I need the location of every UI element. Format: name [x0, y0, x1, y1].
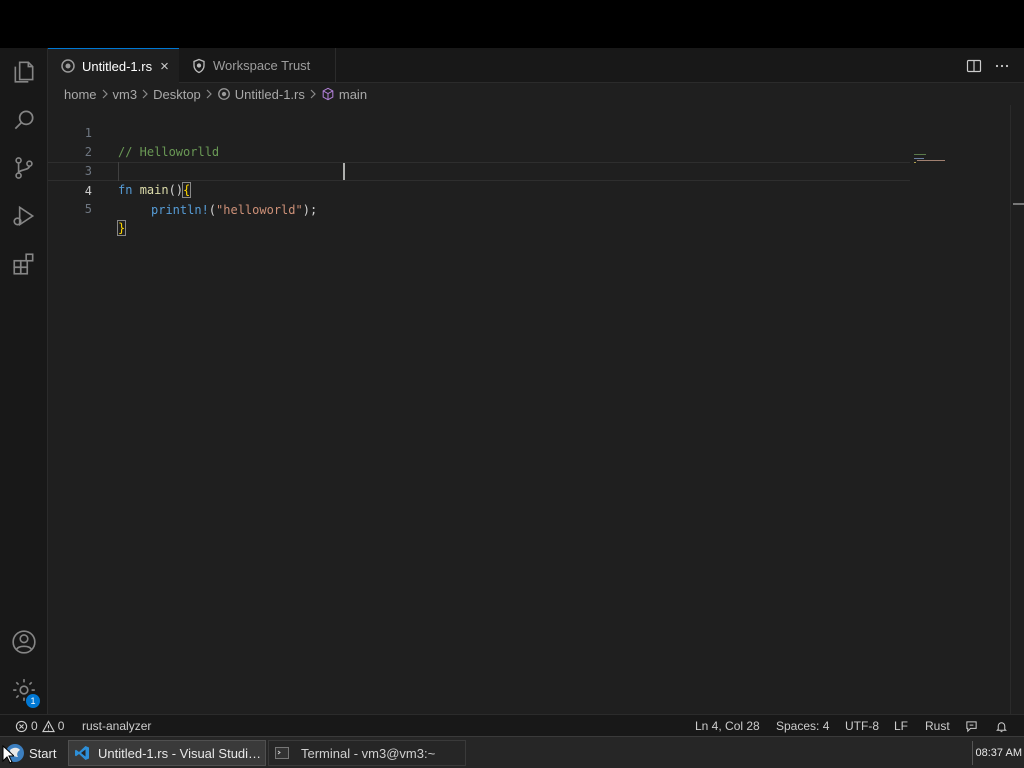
explorer-icon — [14, 61, 34, 83]
search-button[interactable] — [0, 96, 48, 144]
editor-tab-bar: Untitled-1.rs × Workspace Trust — [48, 48, 1024, 83]
bell-icon — [996, 721, 1007, 732]
tab-untitled-1[interactable]: Untitled-1.rs × — [48, 48, 179, 83]
run-debug-button[interactable] — [0, 192, 48, 240]
clock[interactable]: 08:37 AM — [974, 740, 1022, 766]
extensions-icon — [13, 253, 34, 275]
close-icon[interactable]: × — [160, 58, 169, 75]
vscode-icon — [75, 746, 89, 760]
os-taskbar: Start Untitled-1.rs - Visual Studi… Term… — [0, 736, 1024, 768]
source-control-icon — [15, 157, 33, 179]
error-icon — [15, 720, 28, 732]
end-of-line[interactable]: LF — [894, 715, 908, 737]
indent-guide — [118, 162, 119, 181]
breadcrumb-symbol-label: main — [338, 86, 368, 102]
chevron-right-icon — [102, 89, 108, 99]
terminal-icon — [275, 747, 289, 759]
manage-badge: 1 — [26, 694, 40, 708]
code-editor[interactable]: 1 // Helloworlld 2 3 fn main(){ 4 printl… — [48, 105, 1024, 714]
indentation-setting[interactable]: Spaces: 4 — [776, 715, 829, 737]
code-line-current: 4 println!("helloworld"); — [48, 162, 910, 217]
top-black-bar — [0, 0, 1024, 48]
cursor-position[interactable]: Ln 4, Col 28 — [695, 715, 760, 737]
extensions-button[interactable] — [0, 240, 48, 288]
problems-indicator[interactable]: 0 0 — [15, 715, 64, 737]
start-label: Start — [29, 745, 57, 761]
run-debug-icon — [13, 205, 35, 227]
taskbar-item-label: Untitled-1.rs - Visual Studi… — [98, 745, 262, 761]
breadcrumb-file[interactable]: Untitled-1.rs — [217, 87, 305, 102]
code-line: 5 } — [48, 181, 910, 236]
code-paren-open: ( — [208, 203, 217, 217]
rust-file-icon — [61, 59, 75, 73]
breadcrumb-vm3[interactable]: vm3 — [113, 87, 138, 102]
feedback-icon — [966, 720, 977, 732]
mouse-pointer-icon — [2, 745, 14, 764]
line-number: 5 — [84, 202, 92, 216]
error-count: 0 — [31, 719, 38, 733]
tab-workspace-trust[interactable]: Workspace Trust — [179, 48, 336, 83]
tab-label: Untitled-1.rs — [82, 58, 153, 74]
split-editor-icon[interactable] — [966, 58, 982, 74]
code-string: "helloworld" — [216, 203, 303, 217]
chevron-right-icon — [310, 89, 316, 99]
code-line: 3 fn main(){ — [48, 143, 910, 198]
minimap[interactable] — [914, 153, 948, 165]
scroll-position-marker — [1013, 203, 1024, 205]
chevron-right-icon — [142, 89, 148, 99]
file-encoding[interactable]: UTF-8 — [845, 715, 879, 737]
editor-actions — [966, 48, 1010, 83]
warning-count: 0 — [57, 719, 65, 733]
accounts-button[interactable] — [0, 618, 48, 666]
taskbar-separator — [972, 741, 973, 765]
breadcrumb-symbol[interactable]: main — [321, 87, 367, 102]
code-macro: println! — [151, 203, 209, 217]
language-mode[interactable]: Rust — [925, 715, 950, 737]
explorer-button[interactable] — [0, 48, 48, 96]
taskbar-item-vscode[interactable]: Untitled-1.rs - Visual Studi… — [68, 740, 266, 766]
code-line: 1 // Helloworlld — [48, 105, 910, 159]
account-icon — [12, 630, 36, 654]
status-bar: 0 0 rust-analyzer Ln 4, Col 28 Spaces: 4… — [0, 714, 1024, 736]
rust-file-icon — [217, 88, 230, 100]
source-control-button[interactable] — [0, 144, 48, 192]
breadcrumb-home[interactable]: home — [64, 87, 97, 102]
warning-icon — [41, 719, 55, 732]
more-actions-icon[interactable] — [994, 58, 1010, 74]
notifications-button[interactable] — [995, 715, 1008, 737]
breadcrumb: home vm3 Desktop Untitled-1.rs main — [64, 83, 367, 105]
manage-button[interactable]: 1 — [0, 666, 48, 714]
search-icon — [14, 110, 34, 130]
shield-icon — [193, 58, 205, 73]
code-line: 2 — [48, 124, 910, 159]
tab-label: Workspace Trust — [213, 58, 311, 73]
vscode-window: 1 Untitled-1.rs × Workspace Trust home v… — [0, 48, 1024, 736]
taskbar-item-label: Terminal - vm3@vm3:~ — [301, 745, 436, 761]
language-server-status[interactable]: rust-analyzer — [82, 715, 151, 737]
code-brace: } — [116, 220, 127, 236]
taskbar-item-terminal[interactable]: Terminal - vm3@vm3:~ — [268, 740, 466, 766]
feedback-button[interactable] — [965, 715, 978, 737]
vertical-scrollbar[interactable] — [1010, 105, 1024, 714]
breadcrumb-desktop[interactable]: Desktop — [153, 87, 201, 102]
activity-bar: 1 — [0, 48, 48, 714]
code-paren-close: ); — [302, 203, 318, 217]
chevron-right-icon — [206, 89, 212, 99]
breadcrumb-file-label: Untitled-1.rs — [234, 86, 305, 102]
text-cursor — [343, 163, 345, 180]
function-cube-icon — [322, 87, 334, 101]
